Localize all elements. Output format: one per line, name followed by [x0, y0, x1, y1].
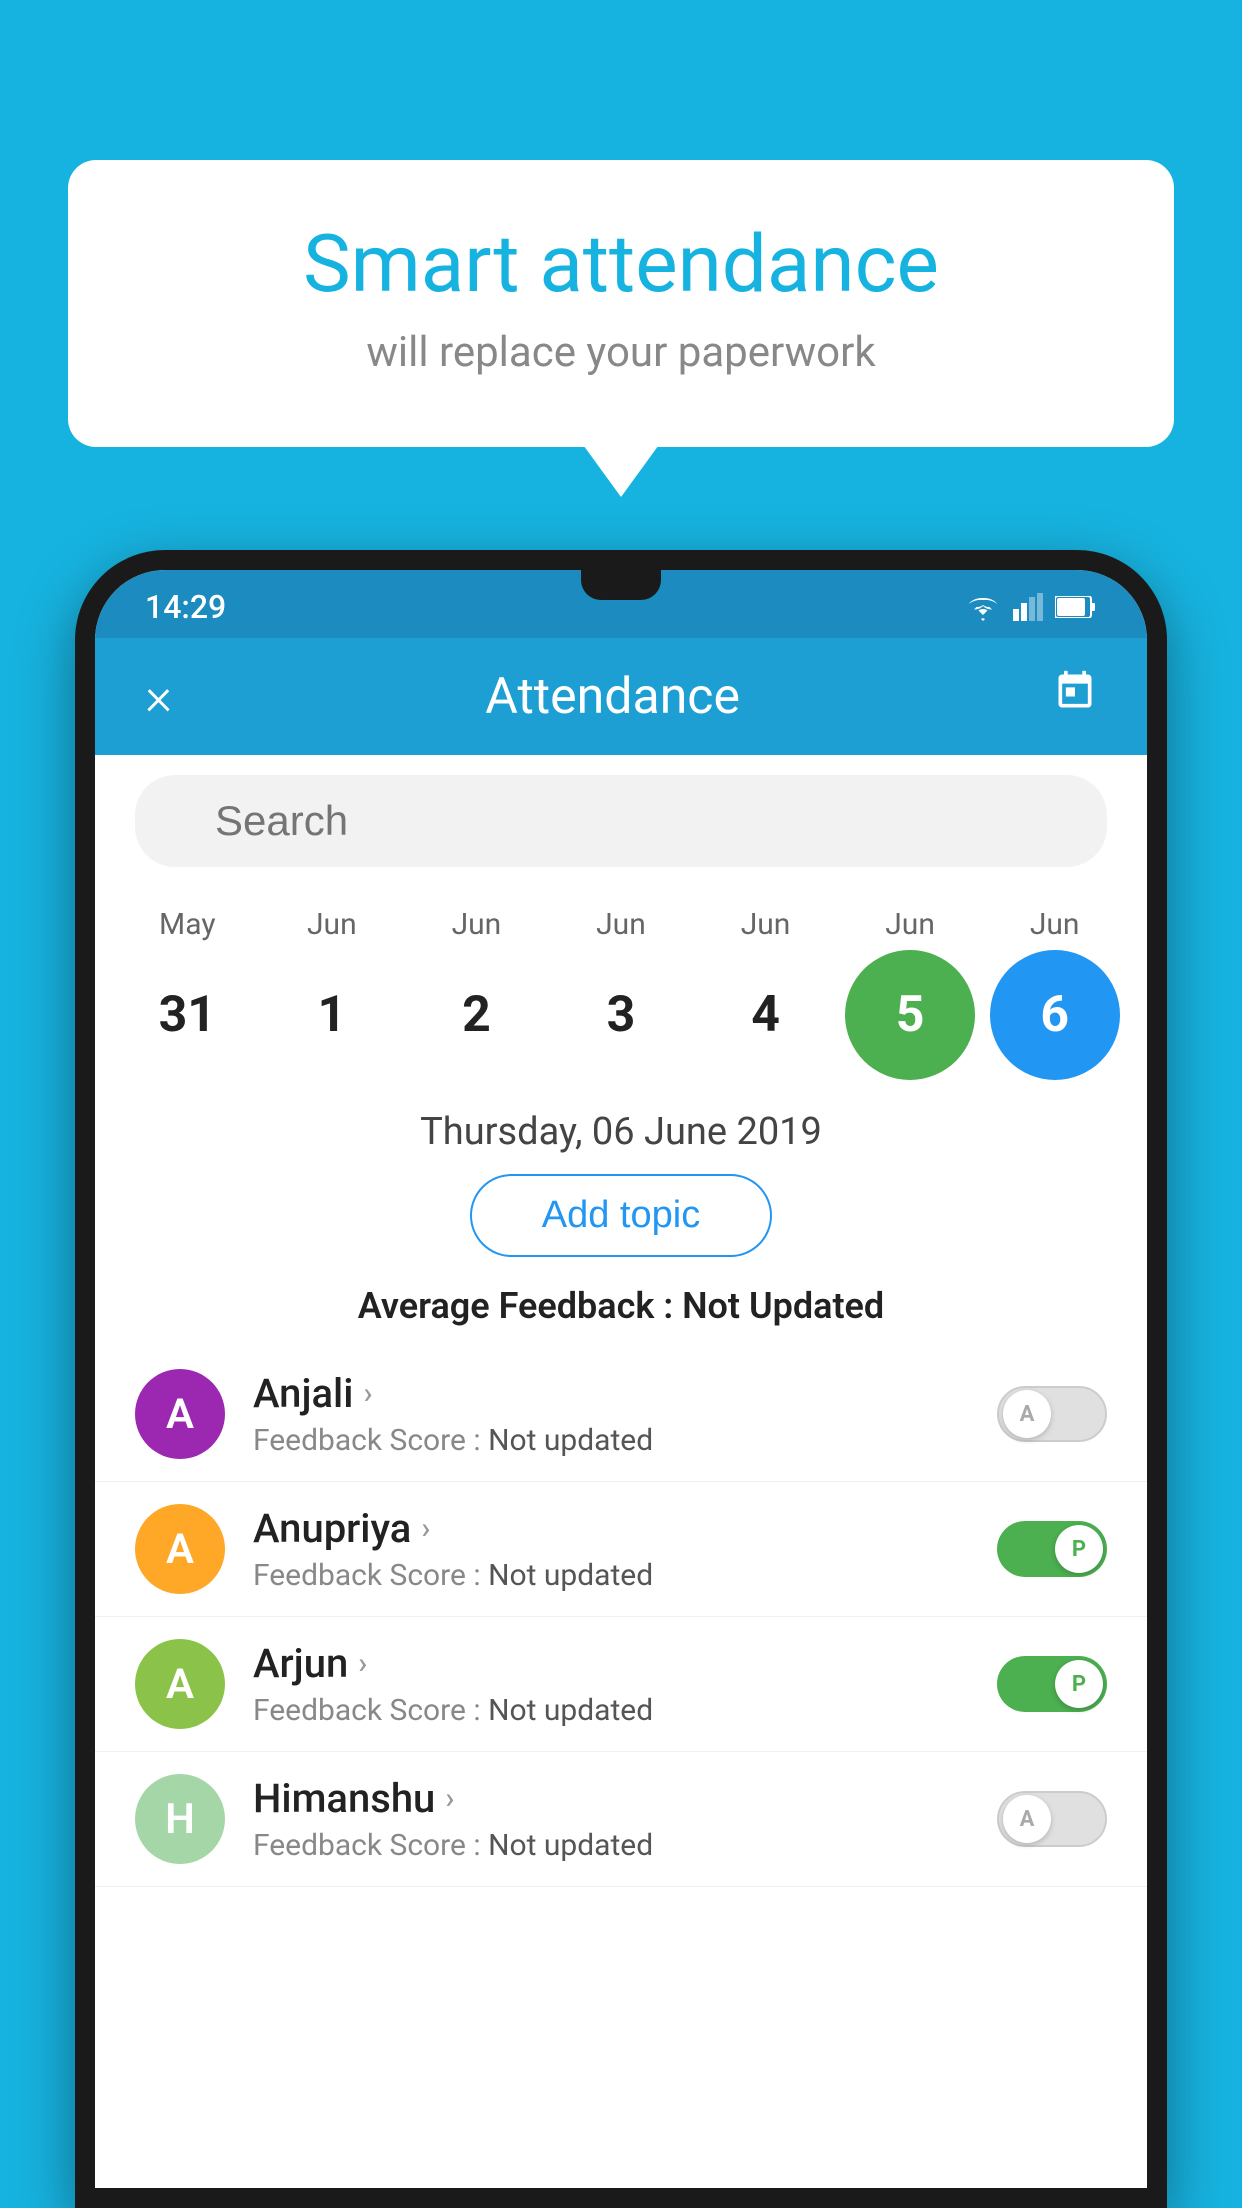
chevron-right-icon: › [421, 1511, 430, 1546]
cal-month: Jun [845, 907, 975, 942]
app-header: × Attendance [95, 638, 1147, 755]
status-icons [965, 593, 1097, 621]
student-feedback: Feedback Score : Not updated [253, 1828, 997, 1863]
student-feedback: Feedback Score : Not updated [253, 1693, 997, 1728]
student-info: Anjali › Feedback Score : Not updated [253, 1370, 997, 1458]
chevron-right-icon: › [358, 1646, 367, 1681]
attendance-toggle-wrapper: P [997, 1656, 1107, 1712]
phone-notch [581, 570, 661, 600]
search-bar [95, 755, 1147, 887]
cal-day[interactable]: 1 [267, 950, 397, 1080]
student-name: Anupriya › [253, 1505, 997, 1552]
student-item[interactable]: A Anupriya › Feedback Score : Not updated P [95, 1482, 1147, 1617]
wifi-icon [965, 593, 1001, 621]
calendar-section: May Jun Jun Jun Jun Jun Jun 31123456 [95, 887, 1147, 1090]
attendance-toggle-wrapper: A [997, 1791, 1107, 1847]
toggle-knob: A [1003, 1390, 1051, 1438]
cal-month: Jun [701, 907, 831, 942]
speech-bubble: Smart attendance will replace your paper… [68, 160, 1174, 447]
cal-month: Jun [411, 907, 541, 942]
battery-icon [1055, 596, 1097, 618]
header-title: Attendance [485, 668, 740, 726]
calendar-icon[interactable] [1053, 669, 1097, 724]
avg-feedback-value: Not Updated [682, 1285, 884, 1327]
student-avatar: A [135, 1504, 225, 1594]
signal-icon [1013, 593, 1043, 621]
cal-month: Jun [556, 907, 686, 942]
phone-inner: 14:29 [95, 570, 1147, 2188]
cal-day[interactable]: 2 [411, 950, 541, 1080]
search-wrapper [135, 775, 1107, 867]
student-name: Arjun › [253, 1640, 997, 1687]
cal-month: Jun [990, 907, 1120, 942]
attendance-toggle[interactable]: A [997, 1791, 1107, 1847]
attendance-toggle-wrapper: A [997, 1386, 1107, 1442]
chevron-right-icon: › [445, 1781, 454, 1816]
cal-day[interactable]: 4 [701, 950, 831, 1080]
toggle-knob: A [1003, 1795, 1051, 1843]
toggle-knob: P [1055, 1525, 1103, 1573]
attendance-toggle[interactable]: P [997, 1521, 1107, 1577]
student-feedback: Feedback Score : Not updated [253, 1423, 997, 1458]
chevron-right-icon: › [363, 1376, 372, 1411]
student-info: Himanshu › Feedback Score : Not updated [253, 1775, 997, 1863]
student-item[interactable]: AAnjali ›Feedback Score : Not updatedA [95, 1347, 1147, 1482]
bubble-subtitle: will replace your paperwork [148, 328, 1094, 377]
student-name: Anjali › [253, 1370, 997, 1417]
close-icon[interactable]: × [145, 666, 172, 727]
student-avatar: A [135, 1639, 225, 1729]
calendar-months: May Jun Jun Jun Jun Jun Jun [115, 907, 1127, 942]
student-info: Arjun › Feedback Score : Not updated [253, 1640, 997, 1728]
toggle-knob: P [1055, 1660, 1103, 1708]
student-info: Anupriya › Feedback Score : Not updated [253, 1505, 997, 1593]
speech-bubble-wrapper: Smart attendance will replace your paper… [68, 160, 1174, 447]
bubble-title: Smart attendance [148, 220, 1094, 308]
calendar-days[interactable]: 31123456 [115, 950, 1127, 1080]
attendance-toggle[interactable]: P [997, 1656, 1107, 1712]
cal-day[interactable]: 6 [990, 950, 1120, 1080]
avg-feedback-label: Average Feedback : [358, 1285, 673, 1327]
cal-day[interactable]: 5 [845, 950, 975, 1080]
attendance-toggle[interactable]: A [997, 1386, 1107, 1442]
search-input[interactable] [135, 775, 1107, 867]
student-feedback: Feedback Score : Not updated [253, 1558, 997, 1593]
add-topic-button[interactable]: Add topic [470, 1174, 772, 1257]
student-item[interactable]: H Himanshu › Feedback Score : Not updatedA [95, 1752, 1147, 1887]
student-item[interactable]: A Arjun › Feedback Score : Not updated P [95, 1617, 1147, 1752]
cal-day[interactable]: 31 [122, 950, 252, 1080]
cal-month: May [122, 907, 252, 942]
student-name: Himanshu › [253, 1775, 997, 1822]
add-topic-wrapper: Add topic [95, 1164, 1147, 1277]
students-list: AAnjali ›Feedback Score : Not updatedAAA… [95, 1347, 1147, 2188]
cal-day[interactable]: 3 [556, 950, 686, 1080]
attendance-toggle-wrapper: P [997, 1521, 1107, 1577]
status-time: 14:29 [145, 588, 226, 626]
student-avatar: A [135, 1369, 225, 1459]
phone-frame: 14:29 [75, 550, 1167, 2208]
avg-feedback: Average Feedback : Not Updated [95, 1277, 1147, 1347]
date-display: Thursday, 06 June 2019 [95, 1090, 1147, 1164]
cal-month: Jun [267, 907, 397, 942]
student-avatar: H [135, 1774, 225, 1864]
